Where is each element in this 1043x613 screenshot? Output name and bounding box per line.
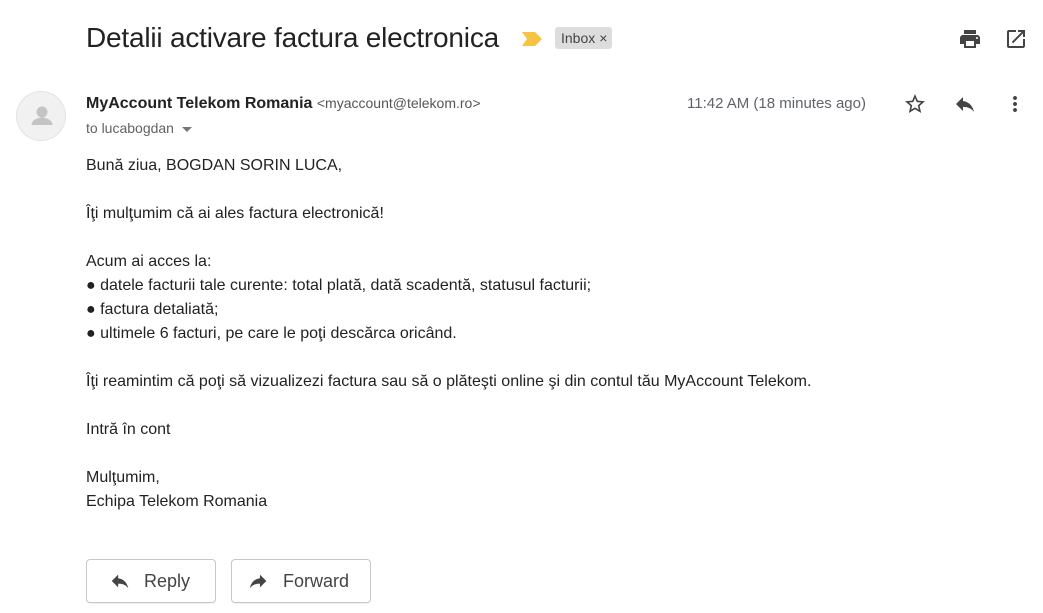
recipient-text: to lucabogdan bbox=[86, 120, 174, 136]
importance-marker-icon[interactable] bbox=[521, 31, 543, 47]
more-options-icon[interactable] bbox=[1003, 92, 1027, 116]
thanks-line: Îţi mulţumim că ai ales factura electron… bbox=[86, 205, 384, 222]
list-item: ● factura detaliată; bbox=[86, 301, 219, 318]
greeting: Bună ziua, BOGDAN SORIN LUCA, bbox=[86, 157, 343, 174]
star-icon[interactable] bbox=[903, 92, 927, 116]
list-item: ● ultimele 6 facturi, pe care le poţi de… bbox=[86, 325, 457, 342]
inbox-label-chip: Inbox × bbox=[555, 27, 613, 49]
email-body: Bună ziua, BOGDAN SORIN LUCA, Îţi mulţum… bbox=[86, 154, 1016, 514]
sender-name[interactable]: MyAccount Telekom Romania bbox=[86, 95, 312, 112]
open-in-new-window-icon[interactable] bbox=[1004, 27, 1028, 51]
reply-icon bbox=[111, 574, 129, 589]
login-link[interactable]: Intră în cont bbox=[86, 418, 1016, 442]
forward-icon bbox=[249, 574, 267, 589]
list-item: ● datele facturii tale curente: total pl… bbox=[86, 277, 592, 294]
email-view: Detalii activare factura electronica Inb… bbox=[0, 0, 1043, 613]
reply-icon[interactable] bbox=[953, 92, 977, 116]
sender-line: MyAccount Telekom Romania <myaccount@tel… bbox=[86, 95, 481, 113]
access-intro: Acum ai acces la: bbox=[86, 253, 212, 270]
message-timestamp: 11:42 AM (18 minutes ago) bbox=[687, 95, 866, 112]
print-icon[interactable] bbox=[958, 27, 982, 51]
reply-button-label: Reply bbox=[144, 570, 191, 591]
closing-line: Mulţumim, bbox=[86, 469, 160, 486]
sender-avatar[interactable] bbox=[16, 91, 66, 141]
label-name: Inbox bbox=[561, 30, 596, 46]
reminder-line: Îţi reamintim că poţi să vizualizezi fac… bbox=[86, 373, 812, 390]
recipient-line: to lucabogdan bbox=[86, 120, 192, 136]
reply-button[interactable]: Reply bbox=[86, 559, 216, 603]
forward-button-label: Forward bbox=[283, 570, 350, 591]
remove-label-button[interactable]: × bbox=[599, 30, 607, 46]
show-details-dropdown-icon[interactable] bbox=[181, 126, 192, 132]
forward-button[interactable]: Forward bbox=[231, 559, 371, 603]
email-subject: Detalii activare factura electronica bbox=[86, 22, 499, 53]
signature-line: Echipa Telekom Romania bbox=[86, 493, 268, 510]
sender-email: <myaccount@telekom.ro> bbox=[316, 95, 481, 111]
default-avatar-icon bbox=[31, 106, 53, 125]
